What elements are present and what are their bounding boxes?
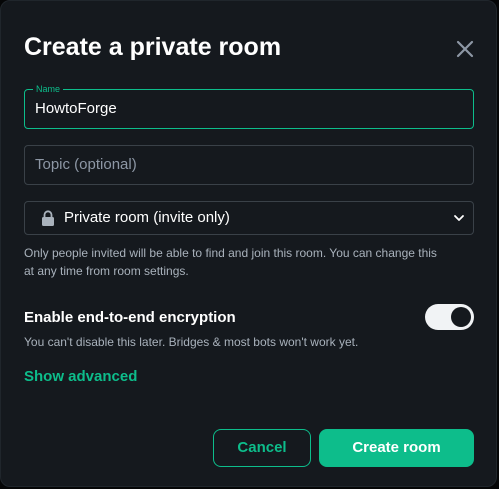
close-icon xyxy=(456,40,474,58)
encryption-toggle[interactable] xyxy=(425,304,474,330)
name-input-value[interactable]: HowtoForge xyxy=(35,90,117,128)
topic-input-placeholder[interactable]: Topic (optional) xyxy=(35,146,137,184)
name-field[interactable]: Name HowtoForge xyxy=(24,83,474,129)
visibility-dropdown[interactable]: Private room (invite only) xyxy=(24,201,474,235)
dialog-title: Create a private room xyxy=(24,33,282,61)
close-button[interactable] xyxy=(453,37,477,61)
create-room-button[interactable]: Create room xyxy=(319,429,474,467)
topic-field[interactable]: Topic (optional) xyxy=(24,145,474,185)
encryption-help-text: You can't disable this later. Bridges & … xyxy=(24,335,359,349)
show-advanced-link[interactable]: Show advanced xyxy=(24,368,137,386)
lock-icon xyxy=(42,210,54,226)
cancel-button[interactable]: Cancel xyxy=(213,429,311,467)
visibility-selected-value: Private room (invite only) xyxy=(64,209,230,226)
encryption-label: Enable end-to-end encryption xyxy=(24,309,236,326)
create-room-dialog: Create a private room Name HowtoForge To… xyxy=(0,0,497,487)
chevron-down-icon xyxy=(454,215,464,221)
toggle-knob xyxy=(451,307,471,327)
visibility-help-text: Only people invited will be able to find… xyxy=(24,246,437,278)
